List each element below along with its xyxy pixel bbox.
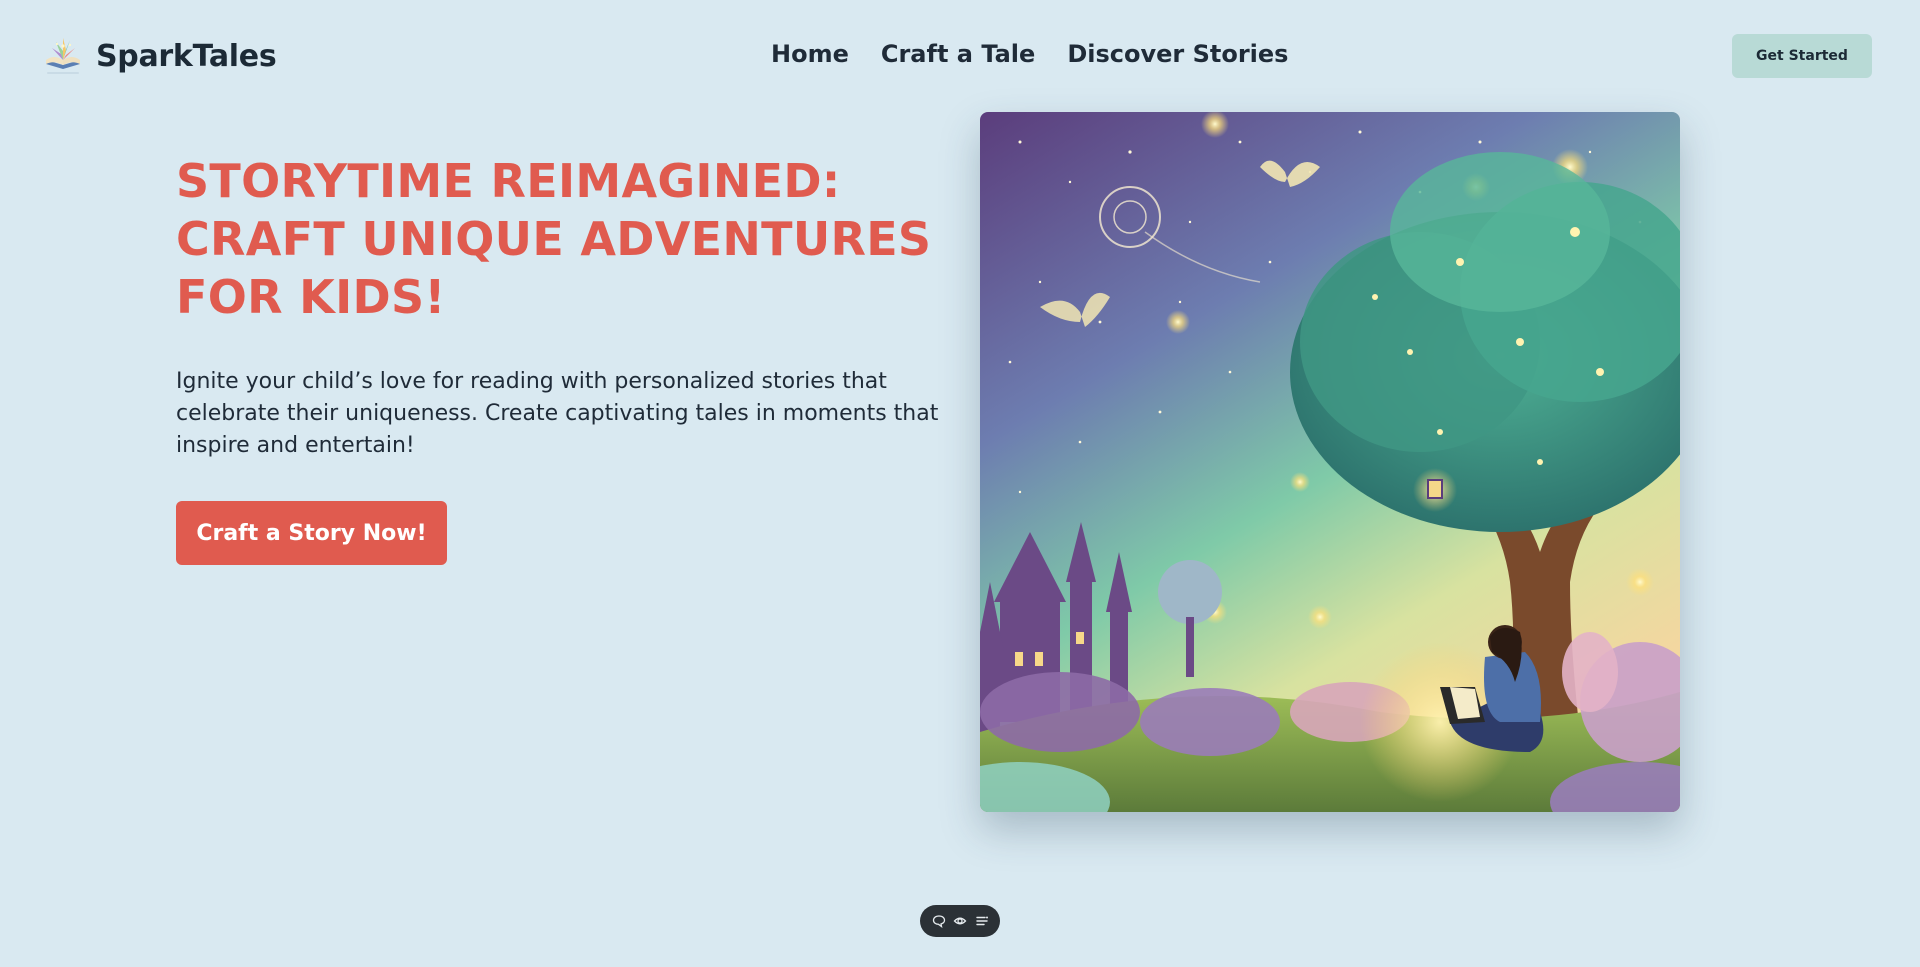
hero-subtitle-line: Ignite your child’s love for reading wit…	[176, 369, 887, 394]
nav-discover-stories[interactable]: Discover Stories	[1067, 40, 1288, 68]
hero-title-line: FOR KIDS!	[176, 270, 446, 324]
get-started-button[interactable]: Get Started	[1732, 34, 1872, 78]
hero-subtitle-line: inspire and entertain!	[176, 433, 415, 458]
main-nav: Home Craft a Tale Discover Stories	[771, 40, 1288, 68]
open-book-logo-icon	[46, 38, 80, 74]
hero-subtitle-line: celebrate their uniqueness. Create capti…	[176, 401, 939, 426]
brand-link[interactable]: SparkTales	[42, 34, 277, 78]
hero-title-line: CRAFT UNIQUE ADVENTURES	[176, 212, 932, 266]
site-header: SparkTales Home Craft a Tale Discover St…	[0, 0, 1920, 112]
floating-toolbar	[920, 905, 1000, 937]
hero-title: STORYTIME REIMAGINED: CRAFT UNIQUE ADVEN…	[176, 152, 936, 326]
hero-illustration	[980, 112, 1680, 812]
eye-icon[interactable]	[951, 912, 969, 930]
hero-subtitle: Ignite your child’s love for reading wit…	[176, 366, 939, 462]
nav-home[interactable]: Home	[771, 40, 849, 68]
magical-tree-reading-girl-illustration	[980, 112, 1680, 812]
craft-story-button[interactable]: Craft a Story Now!	[176, 501, 447, 565]
hero-title-line: STORYTIME REIMAGINED:	[176, 154, 841, 208]
brand-name: SparkTales	[96, 38, 277, 74]
comment-icon[interactable]	[930, 912, 948, 930]
nav-craft-a-tale[interactable]: Craft a Tale	[881, 40, 1035, 68]
menu-lines-icon[interactable]	[973, 912, 991, 930]
